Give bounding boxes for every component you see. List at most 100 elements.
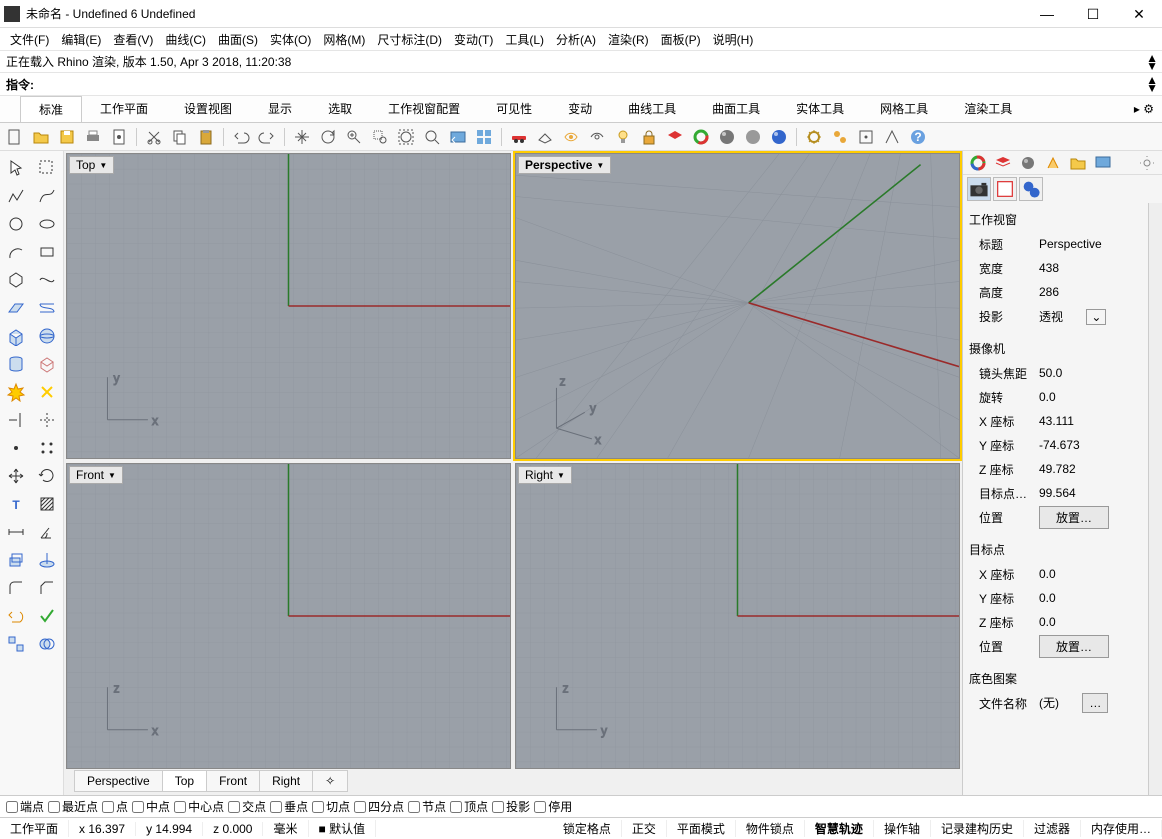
prop-projection-value[interactable]: 透视 (1039, 310, 1063, 324)
car-icon[interactable] (508, 126, 530, 148)
undo-view-icon[interactable] (447, 126, 469, 148)
pointer-icon[interactable] (2, 155, 31, 181)
vptab-right[interactable]: Right (259, 770, 313, 792)
prop-ty-value[interactable]: 0.0 (1039, 591, 1142, 605)
join-icon[interactable] (33, 379, 62, 405)
sphere-icon[interactable] (33, 323, 62, 349)
osnap-near[interactable]: 最近点 (48, 798, 98, 815)
viewport-label-top[interactable]: Top▼ (69, 156, 114, 174)
extrude-icon[interactable] (2, 547, 31, 573)
viewport-perspective[interactable]: Perspective▼ zyx (515, 153, 960, 459)
menu-view[interactable]: 查看(V) (113, 31, 153, 48)
shade-sphere-icon[interactable] (742, 126, 764, 148)
proptab-texture-icon[interactable] (1019, 177, 1043, 201)
print-icon[interactable] (82, 126, 104, 148)
menu-analyze[interactable]: 分析(A) (556, 31, 596, 48)
minimize-button[interactable]: — (1024, 0, 1070, 28)
polyline-icon[interactable] (2, 183, 31, 209)
osnap-perp[interactable]: 垂点 (270, 798, 308, 815)
layers-tab-icon[interactable] (992, 152, 1014, 174)
osnap-point[interactable]: 点 (102, 798, 128, 815)
zoom-window-icon[interactable] (369, 126, 391, 148)
viewport-label-perspective[interactable]: Perspective▼ (518, 156, 611, 174)
status-layer[interactable]: ■ 默认值 (309, 820, 377, 837)
properties-ring-icon[interactable] (690, 126, 712, 148)
browse-file-button[interactable]: … (1082, 693, 1108, 713)
menu-mesh[interactable]: 网格(M) (323, 31, 365, 48)
tab-curvetools[interactable]: 曲线工具 (610, 96, 694, 122)
status-record-history[interactable]: 记录建构历史 (931, 820, 1024, 837)
libraries-tab-icon[interactable] (1067, 152, 1089, 174)
rotate-view-icon[interactable] (317, 126, 339, 148)
menu-dimension[interactable]: 尺寸标注(D) (377, 31, 442, 48)
status-smarttrack[interactable]: 智慧轨迹 (805, 820, 874, 837)
dim-angle-icon[interactable] (33, 519, 62, 545)
prop-width-value[interactable]: 438 (1039, 261, 1142, 275)
tab-visibility[interactable]: 可见性 (478, 96, 550, 122)
menu-curve[interactable]: 曲线(C) (165, 31, 206, 48)
vptab-top[interactable]: Top (162, 770, 207, 792)
tab-surfacetools[interactable]: 曲面工具 (694, 96, 778, 122)
dim-icon[interactable] (2, 519, 31, 545)
layers-red-icon[interactable] (664, 126, 686, 148)
place-target-button[interactable]: 放置… (1039, 635, 1109, 658)
trim-icon[interactable] (2, 407, 31, 433)
osnap-tan[interactable]: 切点 (312, 798, 350, 815)
options-icon[interactable] (803, 126, 825, 148)
prop-target-dist-value[interactable]: 99.564 (1039, 486, 1142, 500)
tab-display[interactable]: 显示 (250, 96, 310, 122)
save-icon[interactable] (56, 126, 78, 148)
menu-edit[interactable]: 编辑(E) (61, 31, 101, 48)
status-filter[interactable]: 过滤器 (1024, 820, 1081, 837)
props-scrollbar[interactable] (1148, 203, 1162, 795)
prop-focal-value[interactable]: 50.0 (1039, 366, 1142, 380)
boolean-icon[interactable] (33, 631, 62, 657)
status-ortho[interactable]: 正交 (622, 820, 667, 837)
tab-standard[interactable]: 标准 (20, 96, 82, 122)
box-icon[interactable] (2, 323, 31, 349)
osnap-disable[interactable]: 停用 (534, 798, 572, 815)
arc-icon[interactable] (2, 239, 31, 265)
chevron-down-icon[interactable]: ▼ (99, 161, 107, 170)
render-sphere-icon[interactable] (716, 126, 738, 148)
freeform-icon[interactable] (33, 267, 62, 293)
prop-y-value[interactable]: -74.673 (1039, 438, 1142, 452)
render-sphere2-icon[interactable] (768, 126, 790, 148)
tab-solidtools[interactable]: 实体工具 (778, 96, 862, 122)
paste-icon[interactable] (195, 126, 217, 148)
proptab-camera-icon[interactable] (967, 177, 991, 201)
lasso-icon[interactable] (33, 155, 62, 181)
status-gumball[interactable]: 操作轴 (874, 820, 931, 837)
osnap-mid[interactable]: 中点 (132, 798, 170, 815)
lock-icon[interactable] (638, 126, 660, 148)
status-grid-snap[interactable]: 锁定格点 (553, 820, 622, 837)
menu-file[interactable]: 文件(F) (10, 31, 49, 48)
split-icon[interactable] (33, 407, 62, 433)
place-camera-button[interactable]: 放置… (1039, 506, 1109, 529)
text-icon[interactable]: T (2, 491, 31, 517)
chevron-down-icon[interactable]: ▼ (557, 471, 565, 480)
status-memory[interactable]: 内存使用… (1081, 820, 1162, 837)
prop-title-value[interactable]: Perspective (1039, 237, 1142, 251)
tabs-overflow[interactable]: ▸ ⚙ (1126, 96, 1162, 122)
gears-icon[interactable] (829, 126, 851, 148)
status-units[interactable]: 毫米 (263, 820, 308, 837)
pan-icon[interactable] (291, 126, 313, 148)
move-uvn-icon[interactable] (881, 126, 903, 148)
zoom-selected-icon[interactable] (421, 126, 443, 148)
polygon-icon[interactable] (2, 267, 31, 293)
status-planar[interactable]: 平面模式 (667, 820, 736, 837)
lightbulb-icon[interactable] (612, 126, 634, 148)
viewport-front[interactable]: Front▼ zx (66, 463, 511, 769)
command-scroll[interactable]: ▲▼ (1146, 76, 1162, 92)
status-osnap[interactable]: 物件锁点 (736, 820, 805, 837)
vptab-add[interactable]: ✧ (312, 770, 348, 792)
circle-icon[interactable] (2, 211, 31, 237)
menu-solid[interactable]: 实体(O) (270, 31, 311, 48)
surface-plane-icon[interactable] (2, 295, 31, 321)
ellipse-icon[interactable] (33, 211, 62, 237)
zoom-extents-icon[interactable] (395, 126, 417, 148)
new-icon[interactable] (4, 126, 26, 148)
tab-transform[interactable]: 变动 (550, 96, 610, 122)
named-view-icon[interactable] (560, 126, 582, 148)
